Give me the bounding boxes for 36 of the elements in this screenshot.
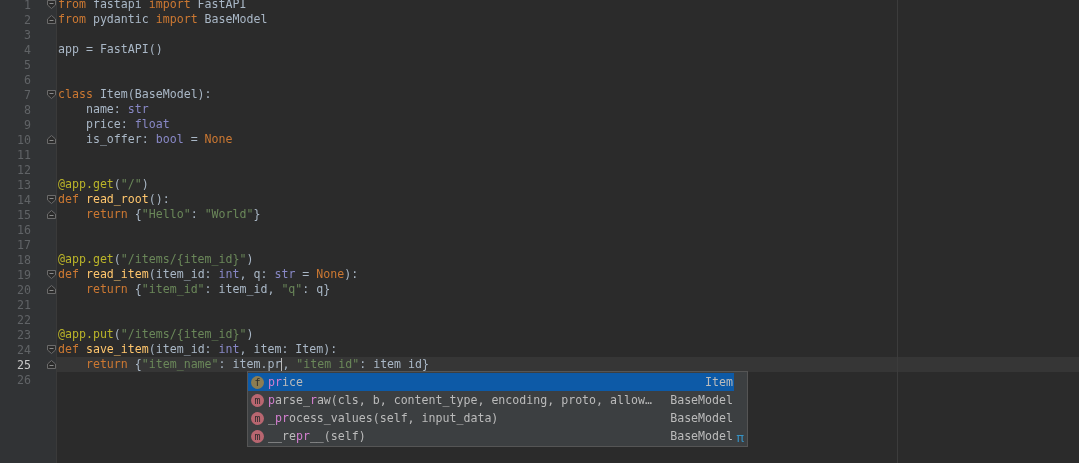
fold-icon[interactable]	[47, 195, 56, 204]
fold-icon[interactable]	[47, 0, 56, 9]
code-line: def read_root():	[58, 192, 170, 206]
code-line: def read_item(item_id: int, q: str = None):	[58, 267, 359, 281]
fold-icon[interactable]	[47, 285, 56, 294]
fold-icon[interactable]	[47, 90, 56, 99]
completion-item[interactable]: m _process_values(self, input_data) BaseModel	[248, 409, 734, 427]
symbol-icon: m	[251, 429, 264, 443]
completion-item[interactable]: f price Item	[248, 373, 734, 391]
code-line: @app.get("/")	[58, 177, 149, 191]
code-line: class Item(BaseModel):	[58, 87, 212, 101]
fold-icon[interactable]	[47, 210, 56, 219]
code-line: return {"Hello": "World"}	[84, 207, 261, 221]
code-line: from fastapi import FastAPI	[58, 0, 247, 11]
code-line: return {"item_name": item.pr, "item id": item id}	[84, 357, 429, 371]
code-line: from pydantic import BaseModel	[58, 12, 268, 26]
fold-icon[interactable]	[47, 360, 56, 369]
code-line: app = FastAPI()	[58, 42, 163, 56]
code-line: @app.put("/items/{item_id}")	[58, 327, 254, 341]
fold-icon[interactable]	[47, 135, 56, 144]
code-line: def save_item(item_id: int, item: Item):	[58, 342, 338, 356]
code-line: price: float	[84, 117, 170, 131]
code-line: @app.get("/items/{item_id}")	[58, 252, 254, 266]
completion-item[interactable]: m __repr__(self) BaseModel	[248, 427, 734, 445]
footer-glyph[interactable]: π	[736, 431, 744, 445]
fold-icon[interactable]	[47, 345, 56, 354]
code-line: return {"item_id": item_id, "q": q}	[84, 282, 331, 296]
completion-item[interactable]: m parse_raw(cls, b, content_type, encoding, proto, allow… BaseModel	[248, 391, 734, 409]
symbol-icon: m	[251, 411, 264, 425]
line-number: 25	[16, 357, 31, 372]
symbol-icon: m	[251, 393, 264, 407]
code-line: is_offer: bool = None	[84, 132, 233, 146]
code-line: name: str	[84, 102, 149, 116]
fold-icon[interactable]	[47, 270, 56, 279]
symbol-icon: f	[251, 375, 264, 389]
fold-icon[interactable]	[47, 15, 56, 24]
